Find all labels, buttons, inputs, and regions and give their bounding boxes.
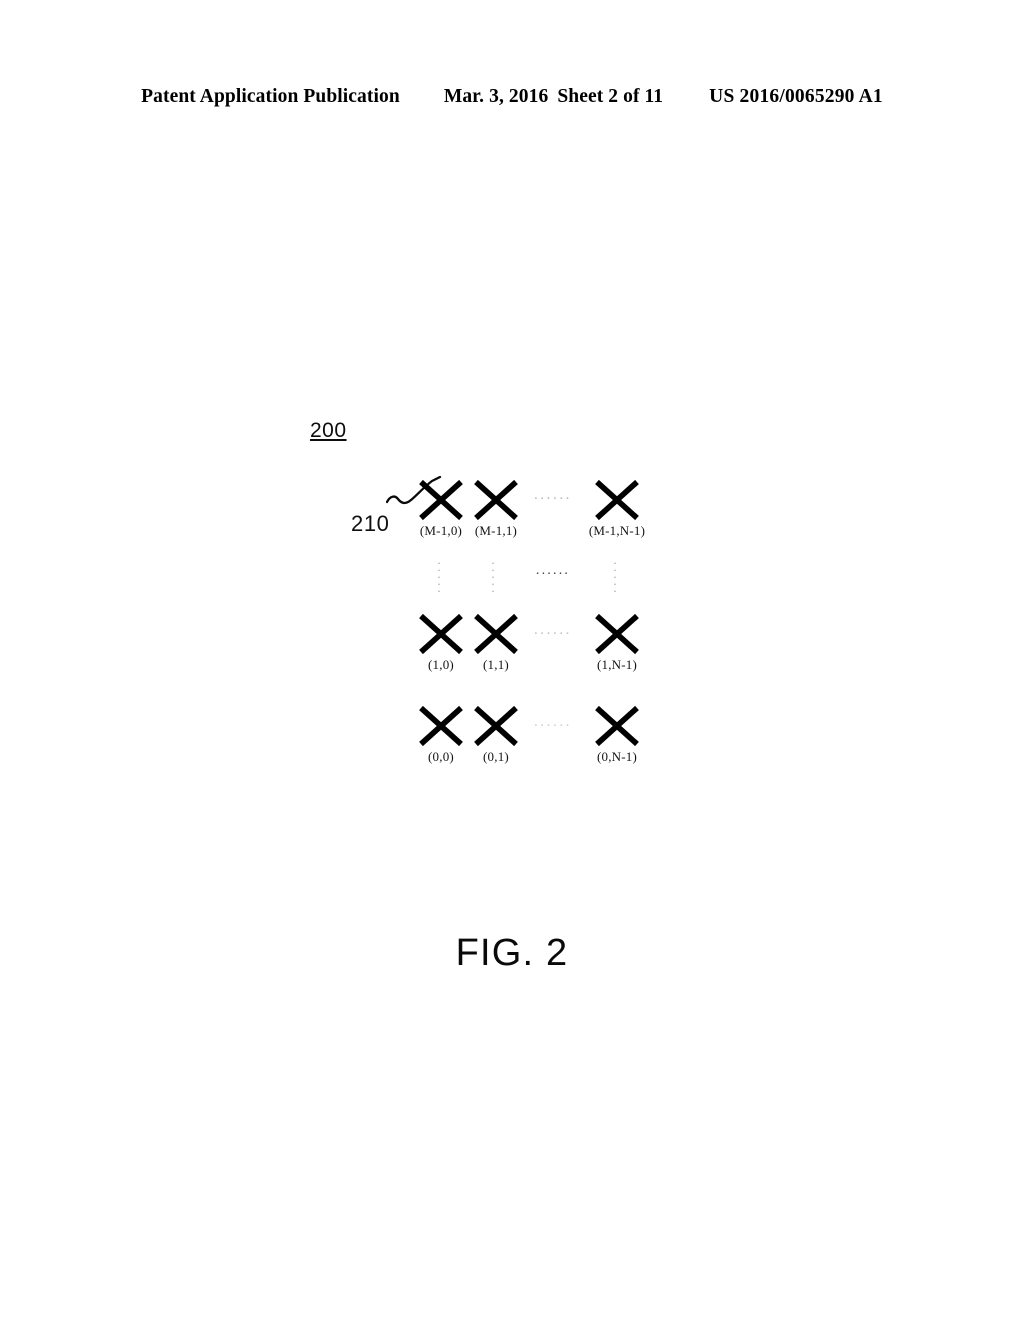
array-cell-1-n1: (1,N-1) bbox=[581, 612, 653, 673]
row-ellipsis-middle-gap: ...... bbox=[535, 563, 571, 578]
figure-caption: FIG. 2 bbox=[455, 932, 569, 974]
array-cell-label: (M-1,1) bbox=[474, 523, 518, 538]
row-ellipsis-bottom: ...... bbox=[533, 714, 573, 730]
array-cell-0-n1: (0,N-1) bbox=[581, 704, 653, 765]
x-mark-icon bbox=[595, 479, 639, 521]
column-ellipsis-1: . . . . . bbox=[483, 553, 503, 595]
array-cell-label: (0,1) bbox=[483, 749, 509, 764]
column-ellipsis-0: . . . . . bbox=[429, 553, 449, 595]
ellipsis-dot: . bbox=[613, 580, 617, 595]
column-ellipsis-n: . . . . . bbox=[605, 553, 625, 595]
x-mark-icon bbox=[595, 705, 639, 747]
ellipsis-dot: . bbox=[437, 580, 441, 595]
array-cell-label: (1,1) bbox=[483, 657, 509, 672]
figure-reference-numeral-200: 200 bbox=[310, 419, 347, 442]
array-cell-label: (1,N-1) bbox=[596, 657, 638, 672]
row-ellipsis-top: ...... bbox=[533, 487, 573, 503]
ellipsis-dot: . bbox=[491, 580, 495, 595]
array-cell-label: (0,N-1) bbox=[596, 749, 638, 764]
patent-figure-2: 200 210 (M-1,0) (M-1,1) ...... (M-1,N-1)… bbox=[0, 0, 1024, 1320]
row-ellipsis-middle: ...... bbox=[533, 622, 573, 638]
callout-numeral-210: 210 bbox=[351, 511, 390, 536]
array-cell-label: (M-1,N-1) bbox=[588, 523, 646, 538]
array-cell-m1-n1: (M-1,N-1) bbox=[581, 478, 653, 539]
x-mark-icon bbox=[595, 613, 639, 655]
